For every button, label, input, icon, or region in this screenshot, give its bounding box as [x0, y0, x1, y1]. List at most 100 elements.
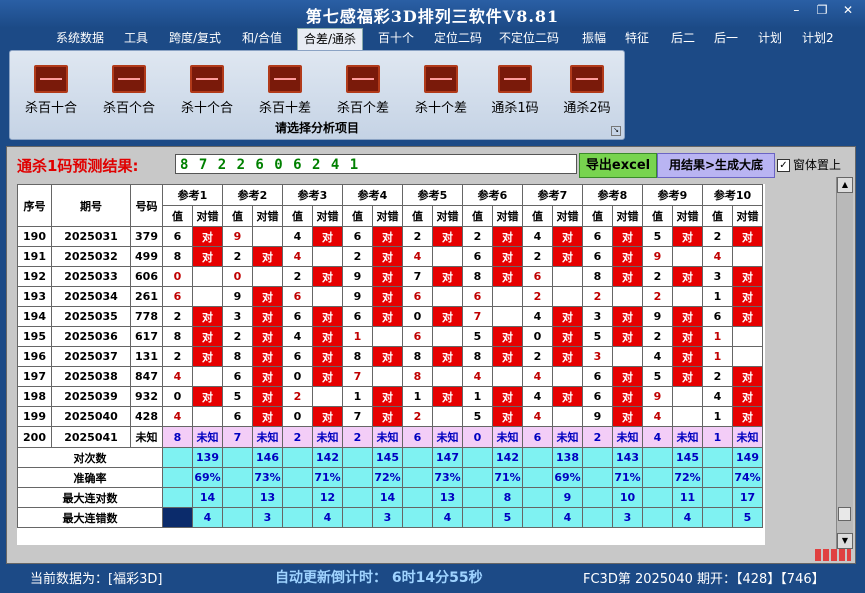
row-miss-cell [672, 386, 703, 407]
menu-item-7[interactable]: 不定位二码 [493, 28, 565, 48]
stats-value: 17 [732, 487, 763, 508]
export-excel-button[interactable]: 导出excel [579, 153, 657, 178]
window-controls: – ❐ ✕ [785, 3, 859, 17]
menu-item-10[interactable]: 后二 [665, 28, 701, 48]
checkbox-check-icon[interactable]: ✓ [777, 159, 790, 172]
pending-result: 未知 [252, 426, 283, 448]
table-row[interactable]: 195 2025036 617 8 对 2 对 4 对 1 6 5 对 0 对 5 对 2 对 1 [17, 326, 763, 347]
draw-info-text: FC3D第 2025040 期开：【428】【746】 [583, 572, 825, 587]
table-row[interactable]: 198 2025039 932 0 对 5 对 2 1 对 1 对 1 对 4 对 6 对 9 4 对 [17, 386, 763, 407]
stats-blank-cell [522, 467, 553, 488]
menu-item-1[interactable]: 工具 [118, 28, 154, 48]
stats-blank-cell [282, 487, 313, 508]
row-value: 0 [222, 266, 253, 287]
stats-value: 14 [372, 487, 403, 508]
menu-item-4[interactable]: 合差/通杀 [297, 28, 364, 51]
maximize-icon[interactable]: ❐ [811, 3, 833, 17]
stats-value: 143 [612, 447, 643, 468]
ribbon-button-2[interactable]: 杀十个合 [170, 65, 244, 116]
row-miss-cell [552, 406, 583, 427]
table-row[interactable]: 193 2025034 261 6 9 对 6 9 对 6 6 2 2 2 1 对 [17, 286, 763, 307]
row-value: 6 [282, 346, 313, 367]
row-value: 8 [162, 326, 193, 347]
row-value: 7 [402, 266, 433, 287]
row-seq: 190 [17, 226, 52, 247]
stats-value: 4 [432, 507, 463, 528]
menu-item-11[interactable]: 后一 [708, 28, 744, 48]
pending-result: 未知 [612, 426, 643, 448]
stats-value: 142 [492, 447, 523, 468]
row-hit-mark: 对 [312, 226, 343, 247]
stats-label: 对次数 [17, 447, 163, 468]
menu-item-0[interactable]: 系统数据 [50, 28, 110, 48]
row-hit-mark: 对 [312, 406, 343, 427]
stats-value: 69% [552, 467, 583, 488]
vertical-scrollbar[interactable]: ▲ ▼ [836, 177, 853, 549]
row-seq: 192 [17, 266, 52, 287]
table-row-pending[interactable]: 200 2025041 未知 8 未知 7 未知 2 未知 2 未知 6 未知 0 未知 6 未知 2 未知 4 未知 1… [17, 426, 763, 448]
menu-item-5[interactable]: 百十个 [372, 28, 420, 48]
row-value: 5 [642, 226, 673, 247]
stats-blank-cell [402, 507, 433, 528]
header-result: 对错 [372, 205, 403, 227]
row-value: 0 [282, 366, 313, 387]
row-value: 4 [522, 366, 553, 387]
row-number: 778 [130, 306, 163, 327]
row-number: 499 [130, 246, 163, 267]
table-row[interactable]: 197 2025038 847 4 6 对 0 对 7 8 4 4 6 对 5 对 2 对 [17, 366, 763, 387]
menu-item-9[interactable]: 特征 [619, 28, 655, 48]
row-hit-mark: 对 [672, 266, 703, 287]
menu-item-13[interactable]: 计划2 [796, 28, 840, 48]
topmost-checkbox[interactable]: ✓ 窗体置上 [777, 156, 841, 173]
ribbon-button-3[interactable]: 杀百十差 [248, 65, 322, 116]
ribbon-button-6[interactable]: 通杀1码 [478, 65, 552, 116]
row-miss-cell [372, 366, 403, 387]
row-value: 1 [702, 406, 733, 427]
close-icon[interactable]: ✕ [837, 3, 859, 17]
row-value: 8 [462, 346, 493, 367]
ribbon-expand-icon[interactable]: ↘ [611, 126, 621, 136]
row-period: 2025038 [51, 366, 131, 387]
row-hit-mark: 对 [372, 286, 403, 307]
menu-item-2[interactable]: 跨度/复式 [163, 28, 227, 48]
scroll-thumb[interactable] [838, 507, 851, 521]
row-value: 6 [702, 306, 733, 327]
table-row[interactable]: 194 2025035 778 2 对 3 对 6 对 6 对 0 对 7 4 对 3 对 9 对 6 对 [17, 306, 763, 327]
menu-item-6[interactable]: 定位二码 [428, 28, 488, 48]
table-row[interactable]: 196 2025037 131 2 对 8 对 6 对 8 对 8 对 8 对 2 对 3 4 对 1 [17, 346, 763, 367]
stats-blank-cell [222, 447, 253, 468]
stats-blank-cell [282, 467, 313, 488]
resize-grip[interactable] [815, 549, 851, 561]
generate-base-button[interactable]: 用结果>生成大底 [657, 153, 775, 178]
table-row[interactable]: 192 2025033 606 0 0 2 对 9 对 7 对 8 对 6 8 对 2 对 3 对 [17, 266, 763, 287]
row-miss-cell [312, 286, 343, 307]
menu-item-12[interactable]: 计划 [752, 28, 788, 48]
row-hit-mark: 对 [492, 386, 523, 407]
ribbon-button-7[interactable]: 通杀2码 [550, 65, 624, 116]
menu-item-8[interactable]: 振幅 [576, 28, 612, 48]
topmost-checkbox-label: 窗体置上 [793, 158, 842, 172]
ribbon-button-0[interactable]: 杀百十合 [14, 65, 88, 116]
stats-row: 最大连错数 4 3 4 3 4 5 4 3 4 5 [17, 507, 763, 528]
menu-item-3[interactable]: 和/合值 [236, 28, 288, 48]
row-value: 0 [162, 266, 193, 287]
table-row[interactable]: 190 2025031 379 6 对 9 4 对 6 对 2 对 2 对 4 对 6 对 5 对 2 对 [17, 226, 763, 247]
minimize-icon[interactable]: – [785, 3, 807, 17]
table-row[interactable]: 191 2025032 499 8 对 2 对 4 2 对 4 6 对 2 对 6 对 9 4 [17, 246, 763, 267]
row-value: 6 [462, 246, 493, 267]
scroll-up-icon[interactable]: ▲ [837, 177, 853, 193]
row-value: 8 [162, 246, 193, 267]
ribbon-button-4[interactable]: 杀百个差 [326, 65, 400, 116]
row-miss-cell [552, 366, 583, 387]
row-miss-cell [492, 366, 523, 387]
stats-blank-cell [162, 487, 193, 508]
row-value: 9 [642, 306, 673, 327]
row-value: 3 [582, 346, 613, 367]
row-hit-mark: 对 [192, 326, 223, 347]
row-hit-mark: 对 [192, 346, 223, 367]
prediction-result-field[interactable]: 8 7 2 2 6 0 6 2 4 1 [175, 154, 577, 174]
ribbon-button-1[interactable]: 杀百个合 [92, 65, 166, 116]
scroll-down-icon[interactable]: ▼ [837, 533, 853, 549]
ribbon-button-5[interactable]: 杀十个差 [404, 65, 478, 116]
table-row[interactable]: 199 2025040 428 4 6 对 0 对 7 对 2 5 对 4 9 对 4 1 对 [17, 406, 763, 427]
